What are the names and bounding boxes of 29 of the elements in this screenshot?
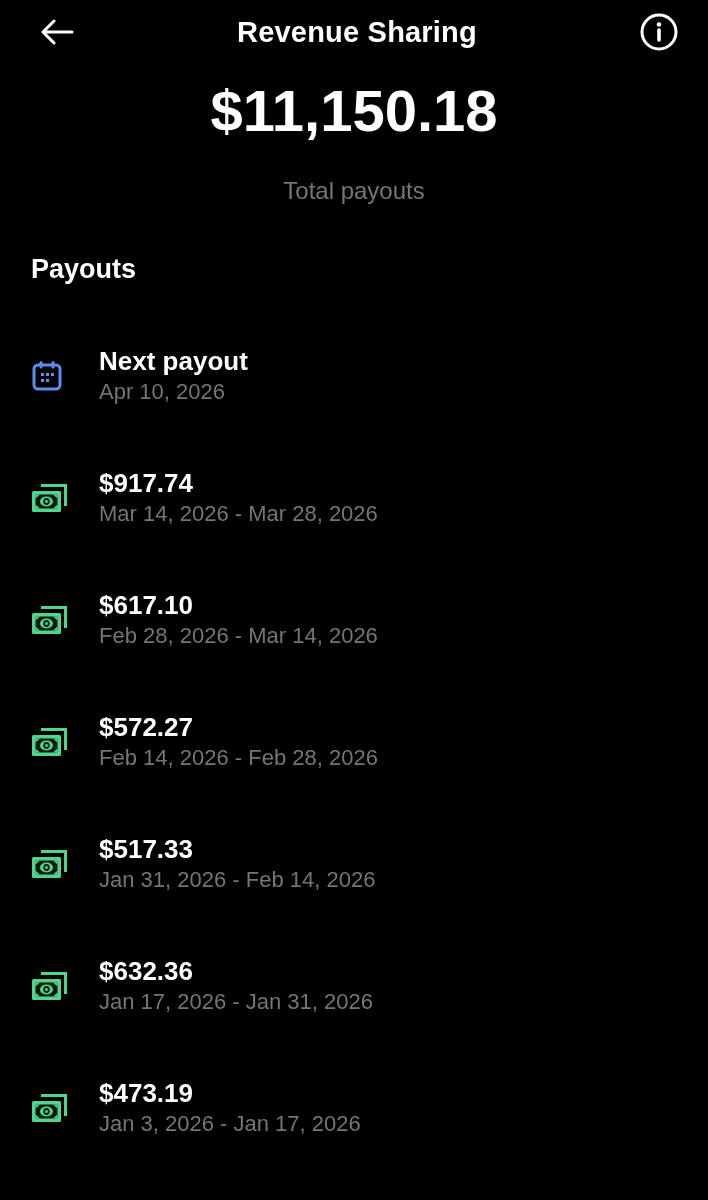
payout-title: Next payout <box>99 345 248 377</box>
back-arrow-icon <box>40 19 74 45</box>
payout-date: Jan 17, 2026 - Jan 31, 2026 <box>99 988 373 1016</box>
payout-date: Jan 3, 2026 - Jan 17, 2026 <box>99 1110 361 1138</box>
payout-title: $917.74 <box>99 467 193 499</box>
money-bills-icon <box>32 1092 68 1123</box>
section-heading: Payouts <box>31 253 137 285</box>
payout-title: $517.33 <box>99 833 193 865</box>
back-button[interactable] <box>40 19 74 45</box>
calendar-icon <box>32 360 62 391</box>
payout-title: $572.27 <box>99 711 193 743</box>
payout-title: $617.10 <box>99 589 193 621</box>
total-label: Total payouts <box>283 176 425 206</box>
payout-date: Feb 28, 2026 - Mar 14, 2026 <box>99 622 378 650</box>
money-bills-icon <box>32 970 68 1001</box>
money-bills-icon <box>32 726 68 757</box>
money-bills-icon <box>32 604 68 635</box>
money-bills-icon <box>32 482 68 513</box>
money-bills-icon <box>32 848 68 879</box>
page-title: Revenue Sharing <box>237 15 477 50</box>
payout-date: Mar 14, 2026 - Mar 28, 2026 <box>99 500 378 528</box>
info-icon <box>640 13 678 51</box>
total-amount: $11,150.18 <box>210 78 498 144</box>
payout-date: Jan 31, 2026 - Feb 14, 2026 <box>99 866 376 894</box>
payout-title: $632.36 <box>99 955 193 987</box>
payout-date: Feb 14, 2026 - Feb 28, 2026 <box>99 744 378 772</box>
info-button[interactable] <box>640 13 678 51</box>
payout-date: Apr 10, 2026 <box>99 378 225 406</box>
payout-title: $473.19 <box>99 1077 193 1109</box>
